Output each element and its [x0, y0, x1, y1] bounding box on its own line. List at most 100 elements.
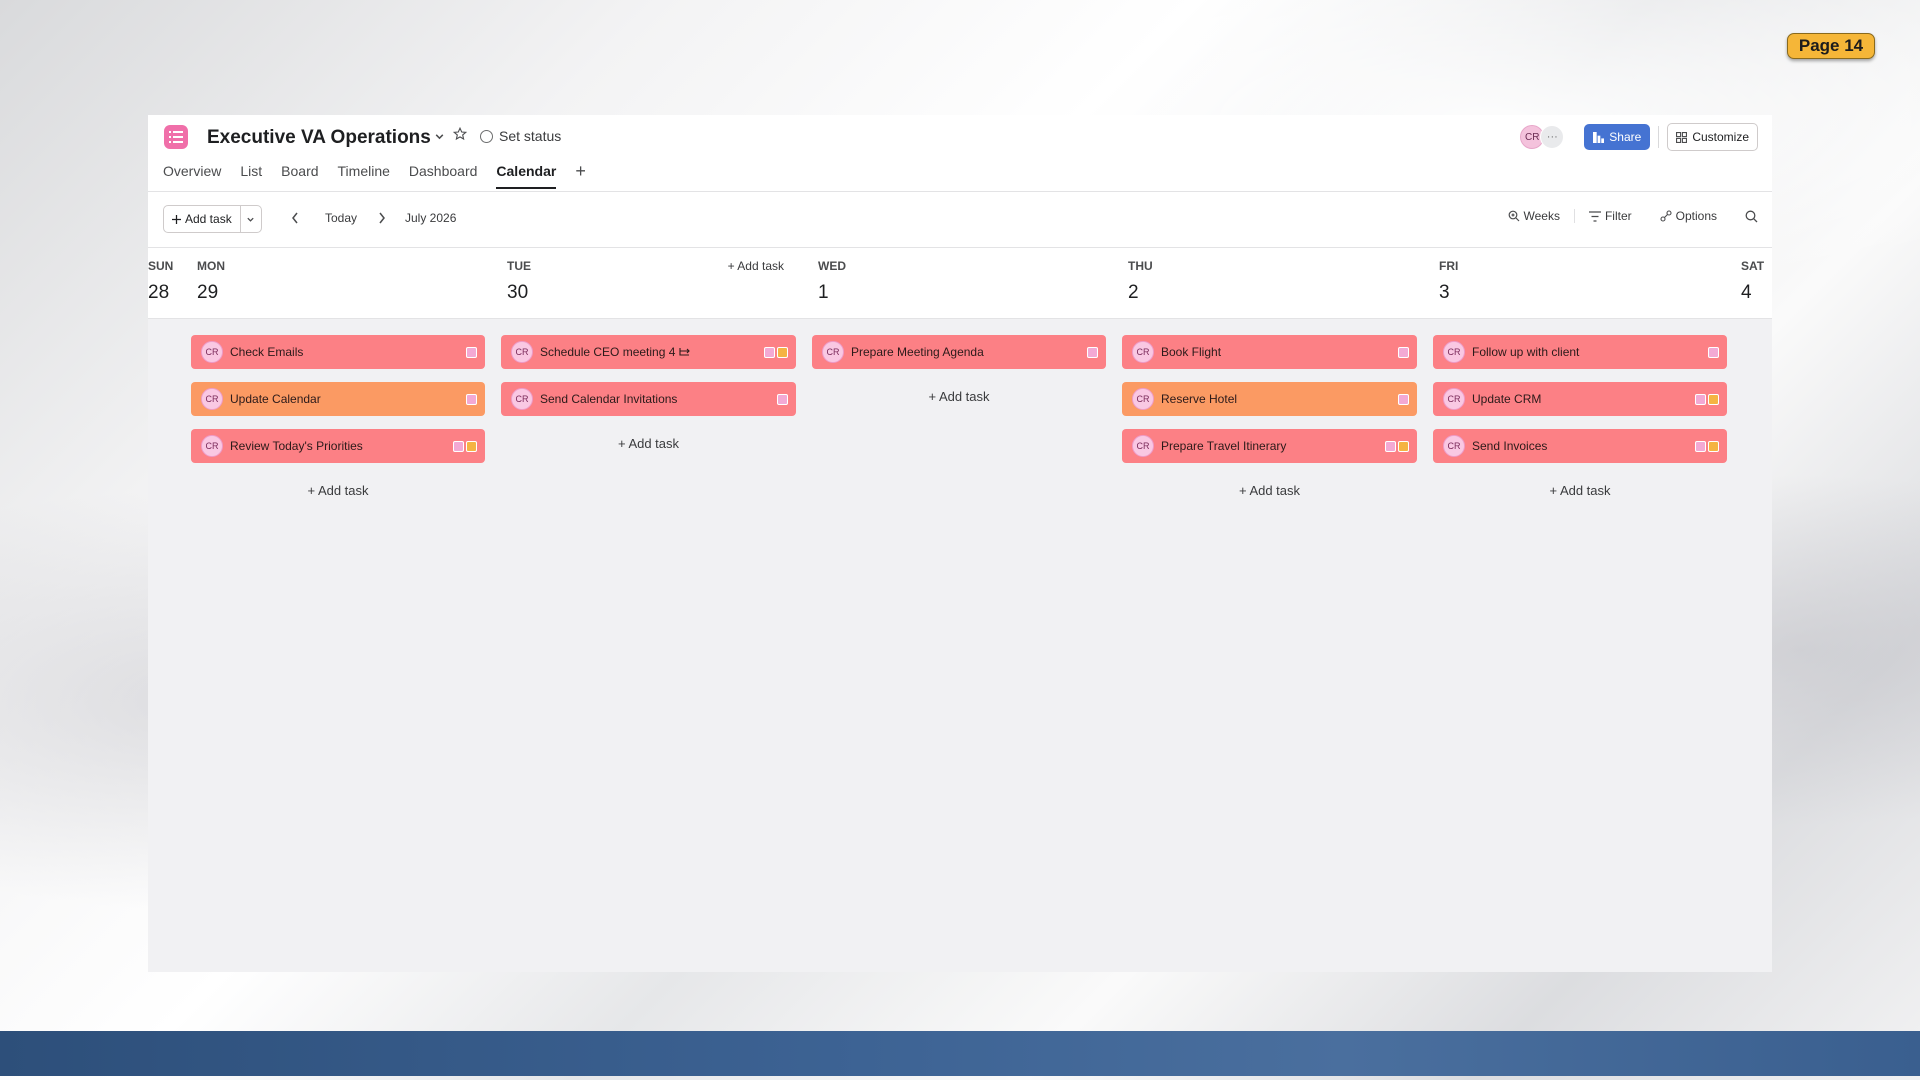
options-label: Options [1675, 209, 1717, 223]
tab-board[interactable]: Board [281, 163, 318, 189]
tab-calendar[interactable]: Calendar [496, 163, 557, 189]
tag-chip [1398, 440, 1409, 452]
add-task-label: Add task [185, 212, 232, 226]
task-tags [1695, 393, 1719, 405]
header-actions: CR ··· Share Customize [1520, 123, 1758, 151]
add-task-split-button: Add task [163, 205, 262, 233]
month-label[interactable]: July 2026 [405, 211, 456, 225]
task-card[interactable]: CR Reserve Hotel [1122, 382, 1417, 416]
tab-timeline[interactable]: Timeline [338, 163, 390, 189]
add-task-button[interactable]: Add task [164, 206, 240, 232]
set-status-label: Set status [499, 128, 562, 144]
day-column-wed: WED 1 CR Prepare Meeting Agenda + Add ta… [804, 248, 1115, 972]
day-column-sat: SAT 4 [1735, 248, 1772, 972]
task-card[interactable]: CR Review Today's Priorities [191, 429, 485, 463]
more-members-icon[interactable]: ··· [1540, 125, 1565, 149]
avatar[interactable]: CR [1443, 435, 1465, 457]
tag-chip [1385, 440, 1396, 452]
add-task-link[interactable]: + Add task [1114, 483, 1425, 498]
filter-button[interactable]: Filter [1588, 209, 1632, 223]
tag-chip [453, 440, 464, 452]
calendar-grid: SUN 28 MON 29 CR Check Emails CR Update … [148, 247, 1772, 972]
task-card[interactable]: CR Send Calendar Invitations [501, 382, 796, 416]
status-circle-icon [480, 129, 493, 143]
chevron-left-icon[interactable] [290, 211, 300, 230]
day-header: SAT 4 [1735, 248, 1772, 319]
share-button[interactable]: Share [1584, 124, 1651, 150]
tag-chip [777, 346, 788, 358]
avatar[interactable]: CR [201, 435, 223, 457]
task-card[interactable]: CR Update CRM [1433, 382, 1727, 416]
day-header: MON 29 [183, 248, 493, 319]
day-name: THU [1128, 259, 1153, 273]
header-add-task-button[interactable]: + Add task [728, 259, 784, 273]
task-card[interactable]: CR Check Emails [191, 335, 485, 369]
task-card[interactable]: CR Prepare Travel Itinerary [1122, 429, 1417, 463]
tag-chip [1695, 440, 1706, 452]
day-body[interactable] [1735, 319, 1772, 972]
task-card[interactable]: CR Update Calendar [191, 382, 485, 416]
day-header: WED 1 [804, 248, 1114, 319]
avatar[interactable]: CR [1132, 388, 1154, 410]
task-tags [777, 393, 788, 405]
chevron-down-icon[interactable] [434, 129, 445, 147]
avatar[interactable]: CR [1132, 341, 1154, 363]
day-body[interactable]: CR Schedule CEO meeting 4 CR Send Calend… [493, 319, 804, 972]
filter-label: Filter [1604, 209, 1632, 223]
today-button[interactable]: Today [325, 211, 357, 225]
set-status-button[interactable]: Set status [480, 128, 561, 144]
avatar[interactable]: CR [511, 341, 533, 363]
day-name: FRI [1439, 259, 1459, 273]
tag-chip [1708, 440, 1719, 452]
add-task-dropdown[interactable] [239, 206, 261, 232]
tab-overview[interactable]: Overview [163, 163, 221, 189]
project-title[interactable]: Executive VA Operations [207, 127, 431, 149]
avatar[interactable]: CR [201, 388, 223, 410]
customize-button[interactable]: Customize [1667, 123, 1758, 151]
star-icon[interactable] [452, 126, 468, 146]
add-tab-button[interactable]: + [575, 162, 586, 189]
tag-chip [1398, 393, 1409, 405]
add-task-link[interactable]: + Add task [804, 389, 1114, 404]
task-card[interactable]: CR Follow up with client [1433, 335, 1727, 369]
task-name: Follow up with client [1472, 345, 1580, 359]
avatar[interactable]: CR [201, 341, 223, 363]
tag-chip [777, 393, 788, 405]
task-card[interactable]: CR Schedule CEO meeting 4 [501, 335, 796, 369]
task-name: Prepare Meeting Agenda [851, 345, 984, 359]
tab-dashboard[interactable]: Dashboard [409, 163, 478, 189]
day-body[interactable] [148, 319, 183, 972]
header-divider [1658, 126, 1660, 148]
task-tags [1398, 393, 1409, 405]
avatar[interactable]: CR [1132, 435, 1154, 457]
task-tags [1385, 440, 1409, 452]
add-task-link[interactable]: + Add task [1425, 483, 1735, 498]
day-body[interactable]: CR Follow up with client CR Update CRM C… [1425, 319, 1735, 972]
avatar[interactable]: CR [822, 341, 844, 363]
avatar[interactable]: CR [1443, 388, 1465, 410]
task-card[interactable]: CR Send Invoices [1433, 429, 1727, 463]
project-list-icon[interactable] [164, 125, 188, 149]
avatar[interactable]: CR [511, 388, 533, 410]
add-task-link[interactable]: + Add task [183, 483, 493, 498]
weeks-button[interactable]: Weeks [1508, 209, 1560, 223]
task-tags [466, 393, 477, 405]
day-name: SUN [148, 259, 174, 273]
search-button[interactable] [1745, 210, 1758, 223]
day-number: 3 [1439, 282, 1450, 303]
chevron-right-icon[interactable] [377, 211, 387, 230]
options-button[interactable]: Options [1660, 209, 1717, 223]
customize-label: Customize [1692, 130, 1749, 144]
tab-list[interactable]: List [240, 163, 262, 189]
day-column-thu: THU 2 CR Book Flight CR Reserve Hotel CR… [1114, 248, 1426, 972]
avatar[interactable]: CR [1443, 341, 1465, 363]
add-task-link[interactable]: + Add task [493, 436, 804, 451]
day-body[interactable]: CR Prepare Meeting Agenda + Add task [804, 319, 1114, 972]
task-name: Update CRM [1472, 392, 1542, 406]
task-tags [1708, 346, 1719, 358]
customize-grid-icon [1676, 131, 1688, 143]
task-card[interactable]: CR Prepare Meeting Agenda [812, 335, 1106, 369]
day-body[interactable]: CR Book Flight CR Reserve Hotel CR Prepa… [1114, 319, 1425, 972]
day-body[interactable]: CR Check Emails CR Update Calendar CR Re… [183, 319, 493, 972]
task-card[interactable]: CR Book Flight [1122, 335, 1417, 369]
